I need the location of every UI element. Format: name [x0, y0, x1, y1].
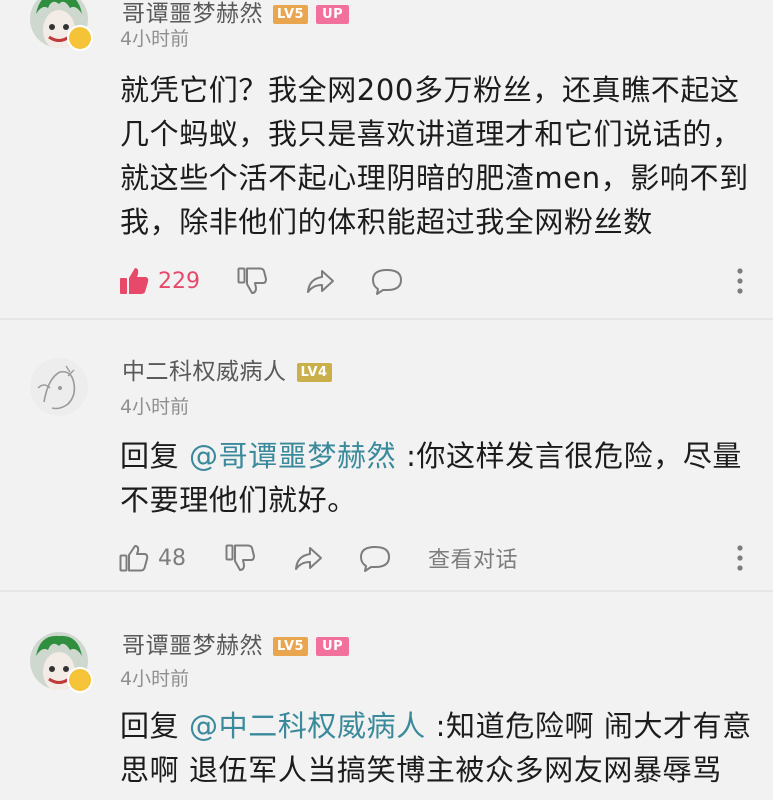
verified-badge-icon — [67, 667, 93, 693]
up-badge: UP — [316, 5, 350, 24]
level-badge: LV5 — [273, 637, 309, 656]
avatar[interactable] — [30, 632, 93, 693]
username[interactable]: 哥谭噩梦赫然 LV5 UP — [122, 626, 350, 660]
like-button[interactable]: 229 — [118, 261, 200, 301]
reply-icon — [360, 546, 390, 572]
comment-text: 回复 @中二科权威病人 :知道危险啊 闹大才有意思啊 退伍军人当搞笑博主被众多网… — [120, 704, 755, 792]
reply-button[interactable] — [358, 538, 392, 578]
comment-text: 回复 @哥谭噩梦赫然 :你这样发言很危险，尽量不要理他们就好。 — [120, 434, 755, 522]
more-icon — [737, 268, 743, 294]
view-conversation-label: 查看对话 — [428, 548, 519, 573]
reply-icon — [372, 269, 402, 295]
comment-item: 中二科权威病人 LV4 4小时前 回复 @哥谭噩梦赫然 :你这样发言很危险，尽量不… — [0, 318, 773, 592]
thumbs-up-icon — [120, 268, 149, 294]
mention-link[interactable]: @哥谭噩梦赫然 — [189, 439, 396, 473]
like-count: 48 — [158, 545, 186, 571]
view-conversation-link[interactable]: 查看对话 — [428, 538, 518, 578]
username-text: 哥谭噩梦赫然 — [122, 633, 263, 659]
level-badge: LV5 — [273, 5, 309, 24]
avatar[interactable] — [30, 358, 88, 416]
comment-item: 哥谭噩梦赫然 LV5 UP 4小时前 就凭它们？我全网200多万粉丝，还真瞧不起这几… — [0, 0, 773, 316]
comment-list: 哥谭噩梦赫然 LV5 UP 4小时前 就凭它们？我全网200多万粉丝，还真瞧不起这几… — [0, 0, 773, 800]
like-button[interactable]: 48 — [118, 538, 186, 578]
timestamp: 4小时前 — [120, 396, 190, 418]
username-text: 中二科权威病人 — [122, 359, 287, 385]
timestamp: 4小时前 — [120, 668, 190, 690]
timestamp: 4小时前 — [120, 28, 190, 50]
thumbs-down-icon — [237, 267, 267, 294]
up-badge: UP — [316, 637, 350, 656]
comment-text: 就凭它们？我全网200多万粉丝，还真瞧不起这几个蚂蚁，我只是喜欢讲道理才和它们说… — [120, 73, 749, 239]
more-button[interactable] — [735, 538, 745, 578]
reply-prefix: 回复 — [120, 439, 180, 473]
share-button[interactable] — [292, 538, 324, 578]
dislike-button[interactable] — [224, 538, 256, 578]
dislike-button[interactable] — [236, 261, 268, 301]
share-icon — [307, 270, 334, 293]
verified-badge-icon — [67, 25, 93, 51]
reply-button[interactable] — [370, 261, 404, 301]
like-count: 229 — [158, 268, 200, 294]
share-button[interactable] — [304, 261, 336, 301]
thumbs-up-icon — [119, 545, 149, 572]
comment-actions: 48 查看对话 — [118, 538, 745, 578]
level-badge: LV4 — [296, 363, 332, 382]
share-icon — [295, 547, 322, 570]
thumbs-down-icon — [225, 544, 255, 571]
comment-actions: 229 — [118, 261, 745, 301]
reply-prefix: 回复 — [120, 709, 180, 743]
more-button[interactable] — [735, 261, 745, 301]
avatar-image — [30, 358, 88, 416]
comment-item: 哥谭噩梦赫然 LV5 UP 4小时前 回复 @中二科权威病人 :知道危险啊 闹大才有… — [0, 590, 773, 800]
username[interactable]: 中二科权威病人 LV4 — [122, 352, 332, 386]
more-icon — [737, 545, 743, 571]
mention-link[interactable]: @中二科权威病人 — [189, 709, 426, 743]
avatar[interactable] — [30, 0, 93, 51]
